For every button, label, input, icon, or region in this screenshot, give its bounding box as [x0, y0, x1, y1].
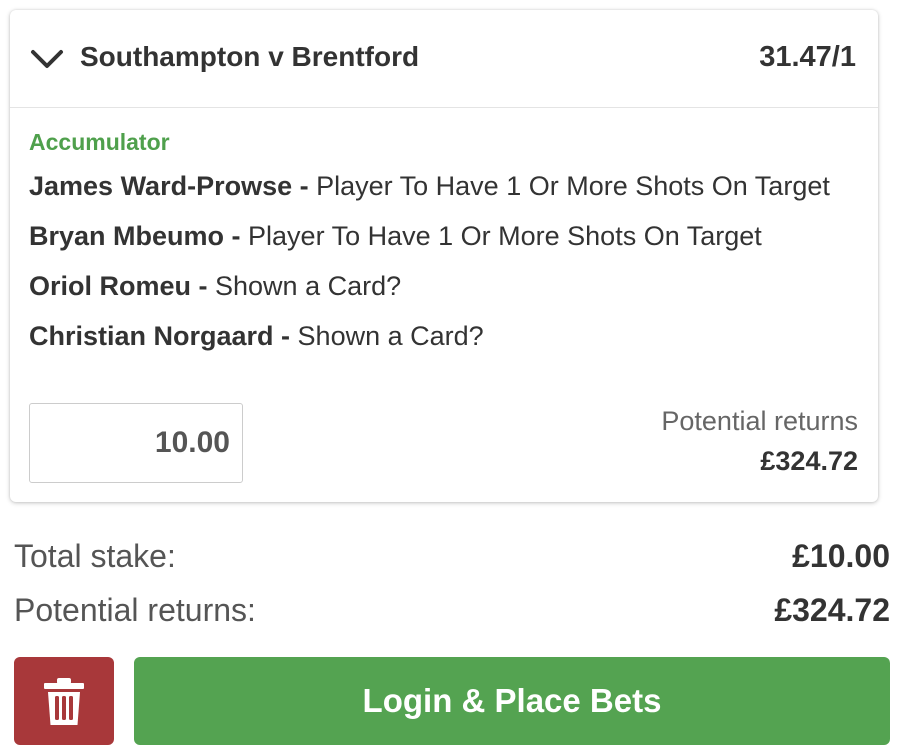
total-stake-label: Total stake:: [14, 538, 176, 574]
card-potential-returns-value: £324.72: [760, 446, 858, 476]
selection-player: James Ward-Prowse -: [29, 171, 317, 201]
bet-type-label: Accumulator: [29, 129, 170, 155]
potential-returns-row: Potential returns: £324.72: [14, 592, 890, 632]
card-potential-returns-label: Potential returns: [661, 406, 858, 436]
bet-slip: Southampton v Brentford 31.47/1 Accumula…: [0, 0, 903, 753]
selection-player: Christian Norgaard -: [29, 321, 298, 351]
selection-market: Shown a Card?: [297, 321, 484, 351]
potential-returns-label: Potential returns:: [14, 592, 256, 628]
bet-card-header[interactable]: Southampton v Brentford 31.47/1: [10, 10, 878, 108]
total-stake-value: £10.00: [792, 538, 890, 574]
selection-item: Oriol Romeu - Shown a Card?: [29, 271, 859, 301]
selection-item: James Ward-Prowse - Player To Have 1 Or …: [29, 171, 859, 201]
selection-player: Bryan Mbeumo -: [29, 221, 249, 251]
selection-market: Shown a Card?: [215, 271, 402, 301]
odds-value: 31.47/1: [759, 41, 856, 73]
login-place-bets-button[interactable]: Login & Place Bets: [134, 657, 890, 745]
potential-returns-value: £324.72: [774, 592, 890, 628]
selection-player: Oriol Romeu -: [29, 271, 216, 301]
selection-item: Christian Norgaard - Shown a Card?: [29, 321, 859, 351]
selection-item: Bryan Mbeumo - Player To Have 1 Or More …: [29, 221, 859, 251]
delete-bets-button[interactable]: [14, 657, 114, 745]
event-title: Southampton v Brentford: [80, 41, 420, 72]
stake-input[interactable]: [29, 403, 243, 483]
selection-market: Player To Have 1 Or More Shots On Target: [316, 171, 830, 201]
chevron-down-icon[interactable]: [30, 48, 64, 70]
trash-icon: [44, 678, 84, 725]
selection-list: James Ward-Prowse - Player To Have 1 Or …: [29, 171, 859, 371]
total-stake-row: Total stake: £10.00: [14, 538, 890, 578]
bet-card: Southampton v Brentford 31.47/1 Accumula…: [10, 10, 878, 502]
selection-market: Player To Have 1 Or More Shots On Target: [248, 221, 762, 251]
